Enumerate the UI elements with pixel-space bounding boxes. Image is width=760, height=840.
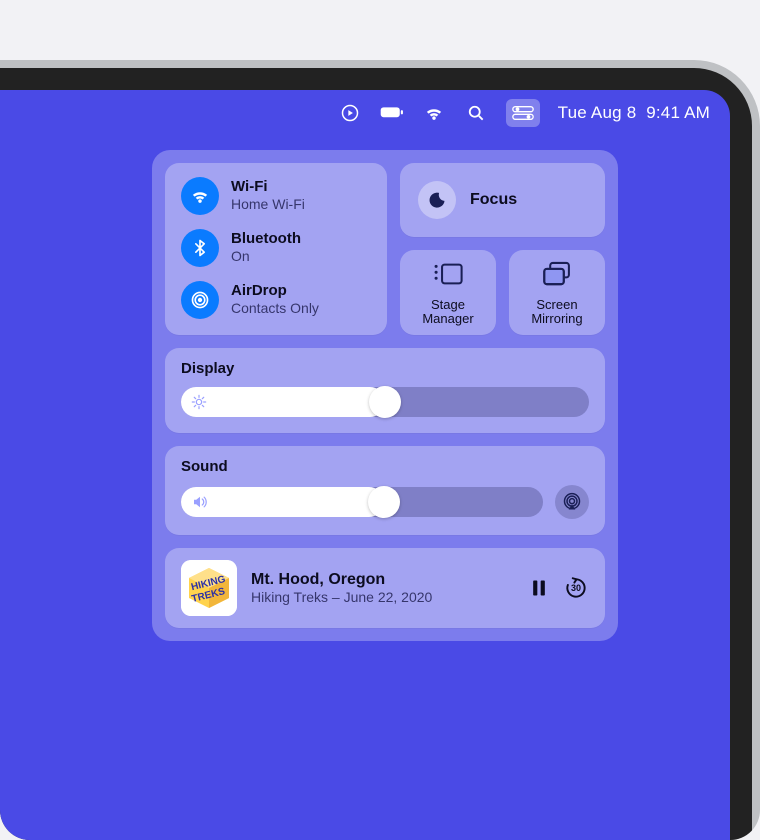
airdrop-title: AirDrop [231, 283, 319, 300]
pause-button[interactable] [529, 577, 549, 599]
control-center-menubar-icon[interactable] [506, 99, 540, 127]
wifi-toggle[interactable]: Wi-Fi Home Wi-Fi [181, 177, 371, 215]
now-playing-subtitle: Hiking Treks – June 22, 2020 [251, 589, 515, 605]
display-label: Display [181, 360, 589, 377]
skip-seconds-label: 30 [571, 583, 581, 593]
bluetooth-toggle[interactable]: Bluetooth On [181, 229, 371, 267]
screen-mirroring-button[interactable]: Screen Mirroring [509, 250, 605, 335]
moon-icon [418, 181, 456, 219]
connectivity-card: Wi-Fi Home Wi-Fi Bluetooth [165, 163, 387, 335]
control-center-panel: Wi-Fi Home Wi-Fi Bluetooth [152, 150, 618, 641]
brightness-icon [191, 394, 207, 410]
battery-icon[interactable] [380, 101, 404, 125]
volume-icon [191, 493, 209, 511]
menubar: Tue Aug 8 9:41 AM [0, 90, 730, 136]
menubar-time: 9:41 AM [646, 103, 710, 122]
display-slider[interactable] [181, 387, 589, 417]
wifi-title: Wi-Fi [231, 179, 305, 196]
screen-mirroring-icon [540, 260, 574, 288]
skip-forward-30-button[interactable]: 30 [563, 575, 589, 601]
stage-manager-label: Stage Manager [422, 298, 473, 327]
sound-slider[interactable] [181, 487, 543, 517]
airdrop-icon [181, 281, 219, 319]
menubar-date: Tue Aug 8 [558, 103, 637, 122]
airplay-audio-button[interactable] [555, 485, 589, 519]
bluetooth-icon [181, 229, 219, 267]
airdrop-sub: Contacts Only [231, 300, 319, 317]
airplay-icon [562, 492, 582, 512]
now-playing-card[interactable]: HIKING TREKS Mt. Hood, Oregon Hiking Tre… [165, 548, 605, 628]
focus-label: Focus [470, 191, 517, 209]
stage-manager-button[interactable]: Stage Manager [400, 250, 496, 335]
menubar-clock[interactable]: Tue Aug 8 9:41 AM [558, 103, 710, 123]
bluetooth-sub: On [231, 248, 301, 265]
sound-label: Sound [181, 458, 589, 475]
wifi-sub: Home Wi-Fi [231, 196, 305, 213]
bluetooth-title: Bluetooth [231, 231, 301, 248]
sound-card: Sound [165, 446, 605, 535]
focus-button[interactable]: Focus [400, 163, 605, 237]
display-card: Display [165, 348, 605, 433]
now-playing-title: Mt. Hood, Oregon [251, 571, 515, 589]
airdrop-toggle[interactable]: AirDrop Contacts Only [181, 281, 371, 319]
spotlight-icon[interactable] [464, 101, 488, 125]
now-playing-menubar-icon[interactable] [338, 101, 362, 125]
wifi-icon [181, 177, 219, 215]
stage-manager-icon [431, 260, 465, 288]
wifi-menubar-icon[interactable] [422, 101, 446, 125]
now-playing-artwork: HIKING TREKS [181, 560, 237, 616]
screen-mirroring-label: Screen Mirroring [531, 298, 582, 327]
